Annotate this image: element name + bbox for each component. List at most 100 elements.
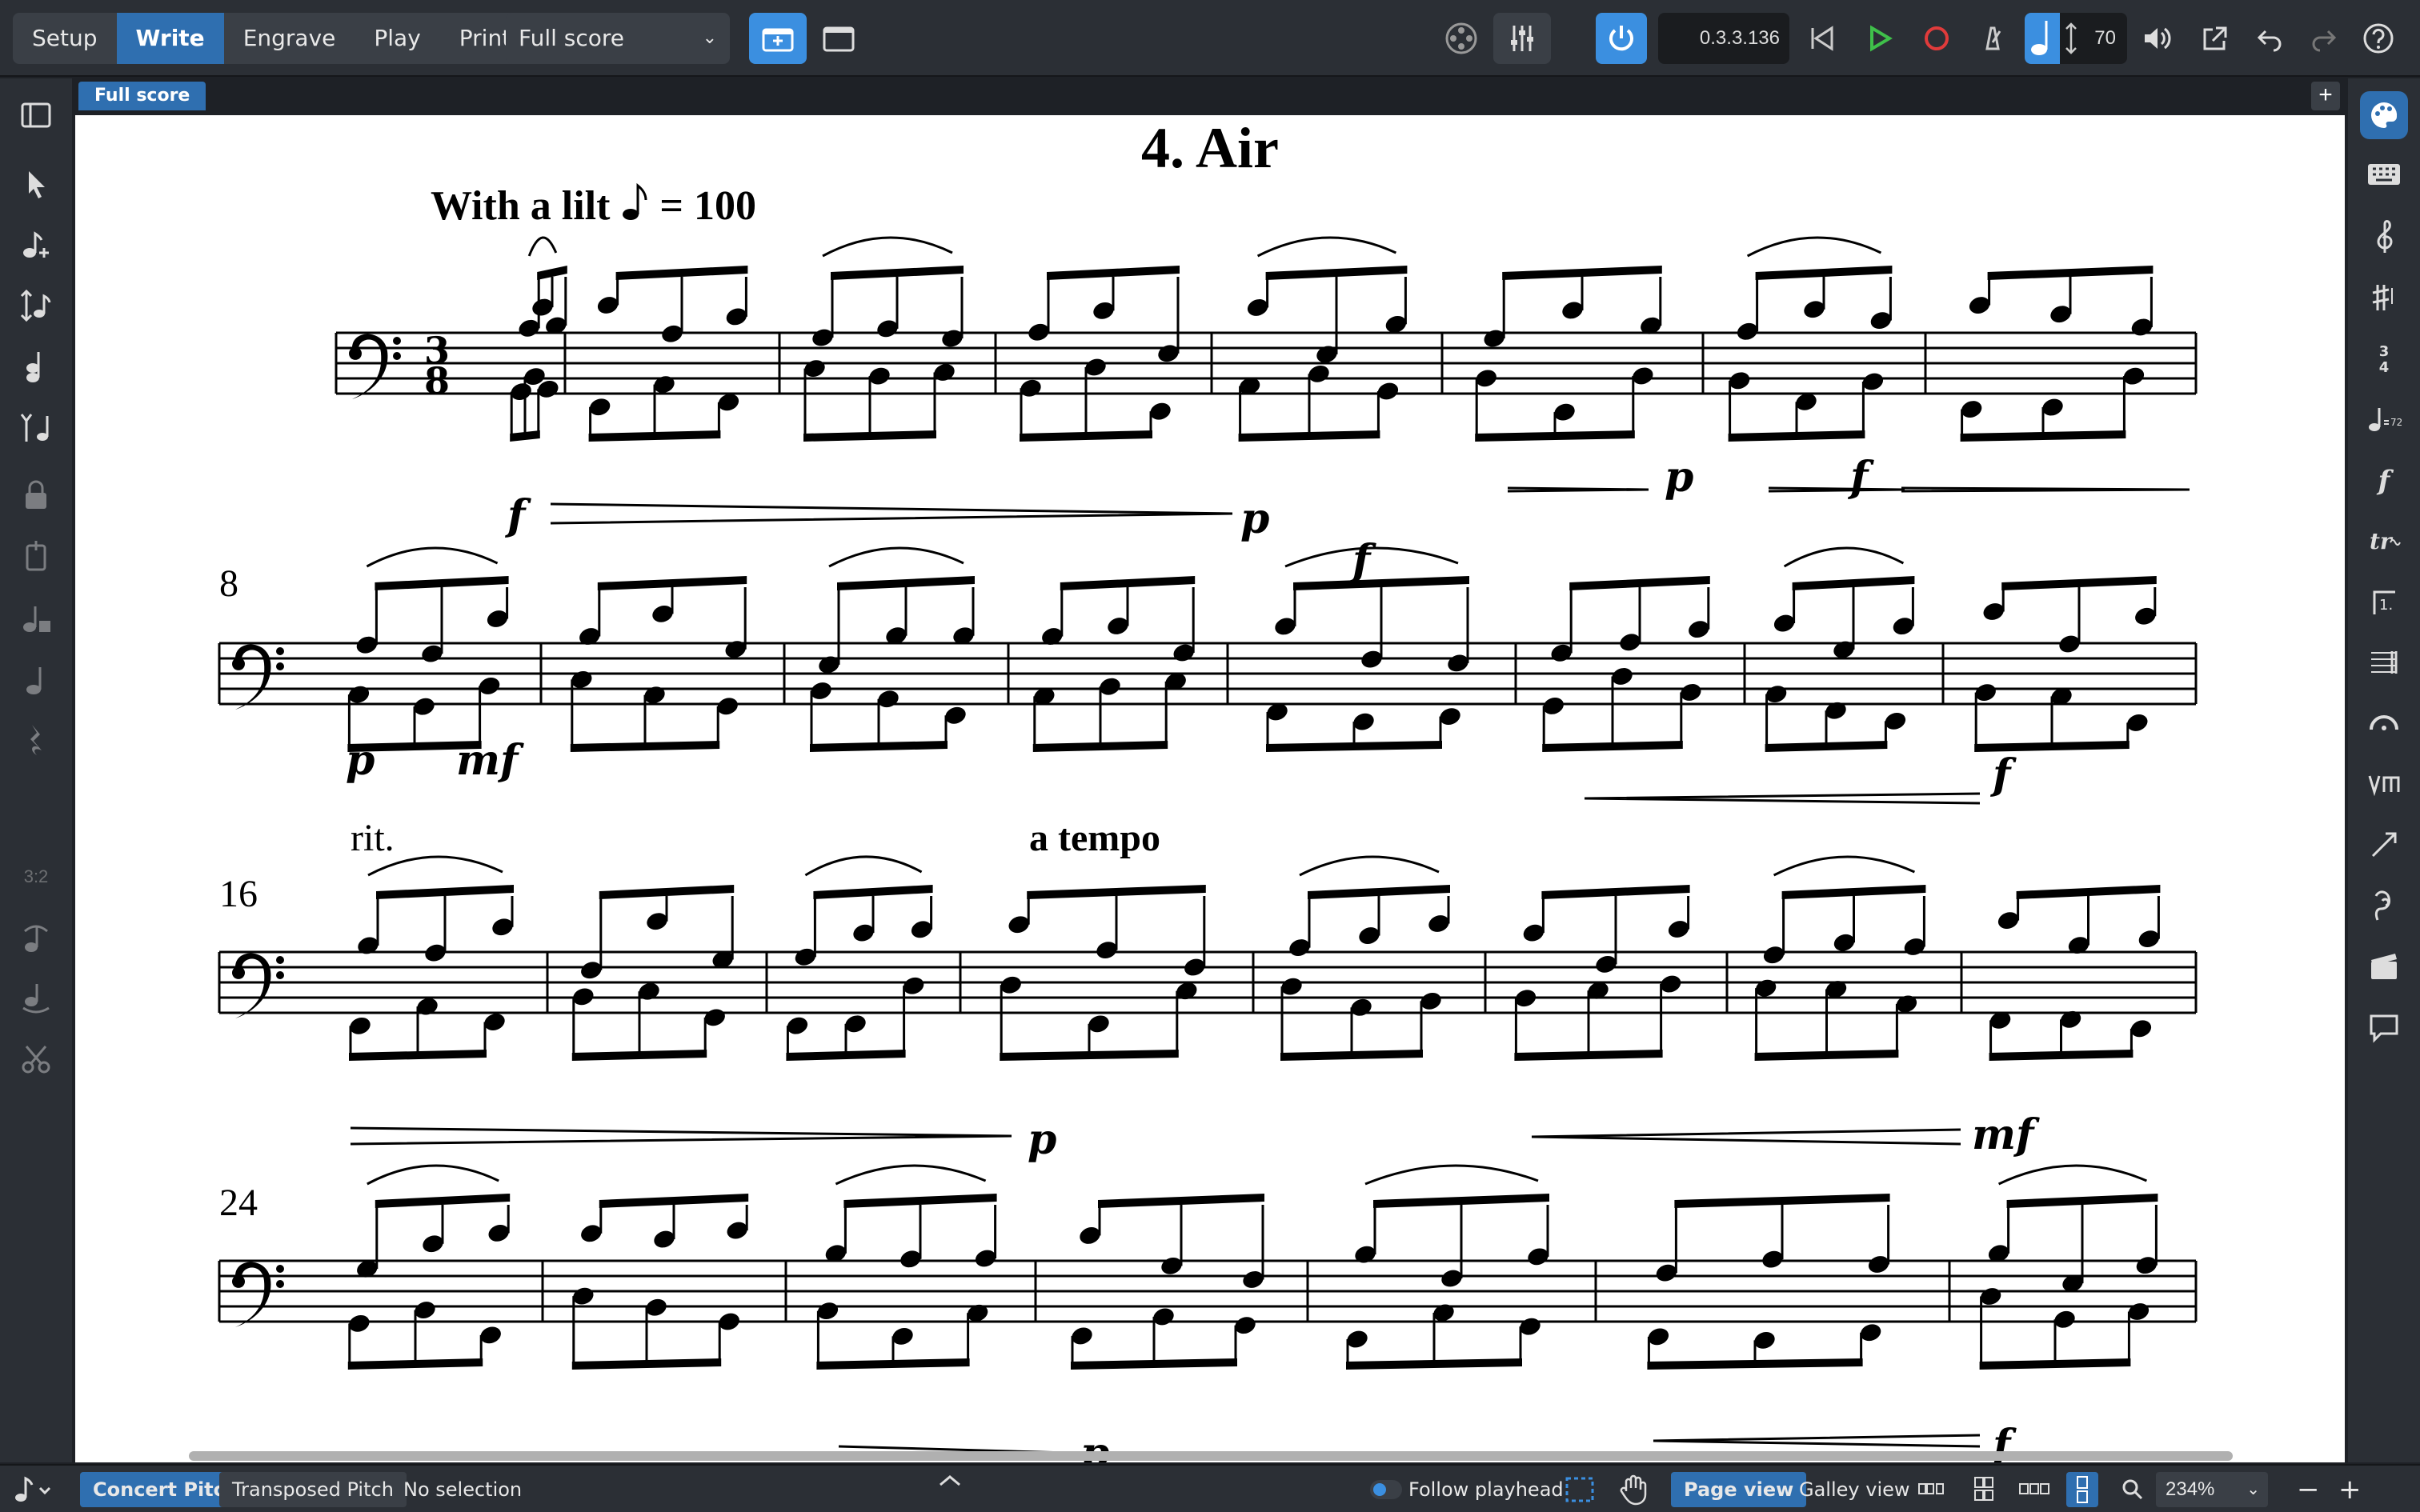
grace-notes-tool[interactable]	[0, 403, 72, 451]
svg-text:f: f	[2377, 465, 2394, 497]
zoom-select[interactable]: 234% ⌄	[2156, 1472, 2268, 1507]
single-pages-horizontal-button[interactable]	[2012, 1472, 2057, 1507]
key-signatures-panel-button[interactable]	[2360, 274, 2408, 322]
stem-direction-tool[interactable]	[0, 656, 72, 704]
ornaments-panel-button[interactable]: tr	[2360, 517, 2408, 565]
toggle-lower-zone-button[interactable]	[925, 1472, 975, 1507]
beam	[1989, 1050, 2134, 1061]
holds-panel-button[interactable]	[2360, 699, 2408, 747]
redo-button[interactable]	[2298, 13, 2350, 64]
spreads-icon	[1918, 1483, 1944, 1494]
stem-note-icon	[26, 667, 42, 694]
dynamics-panel-button[interactable]: f	[2360, 456, 2408, 504]
score-page[interactable]: 4. Air With a lilt = 100 8 16 24 rit. a …	[75, 115, 2345, 1462]
lock-icon	[26, 480, 46, 509]
beam	[588, 430, 721, 442]
export-button[interactable]	[2190, 13, 2241, 64]
single-pages-vertical-button[interactable]	[2066, 1472, 2098, 1507]
insert-mode-tool[interactable]	[0, 282, 72, 330]
fixed-tempo-toggle[interactable]	[2025, 13, 2060, 64]
slur	[822, 236, 953, 258]
metronome-icon	[1985, 26, 2001, 50]
new-layout-tab-button[interactable]	[749, 13, 807, 64]
beam	[571, 1050, 707, 1061]
horizontal-scrollbar[interactable]	[189, 1451, 2233, 1461]
zoom-in-button[interactable]: +	[2329, 1472, 2371, 1507]
toggle-left-panel-button[interactable]	[0, 91, 72, 139]
speaker-icon	[2145, 27, 2171, 50]
panel-toggle-icon	[21, 102, 51, 128]
select-tool[interactable]	[0, 160, 72, 208]
video-button[interactable]	[1432, 13, 1490, 64]
mixer-button[interactable]	[1493, 13, 1551, 64]
repeats-panel-button[interactable]: 1.	[2360, 578, 2408, 626]
hand-tool-button[interactable]	[1610, 1472, 1658, 1507]
transposed-pitch-button[interactable]: Transposed Pitch	[219, 1472, 407, 1507]
tie-icon	[22, 984, 50, 1014]
voice-selector-button[interactable]	[5, 1472, 62, 1507]
help-button[interactable]	[2353, 13, 2404, 64]
time-signatures-panel-button[interactable]: 34	[2360, 334, 2408, 382]
layout-select-value: Full score	[519, 25, 625, 51]
fixed-tempo-control[interactable]: 70	[2025, 13, 2127, 64]
harp-pedals-panel-button[interactable]	[2360, 882, 2408, 930]
note-input-tool[interactable]	[0, 221, 72, 269]
slash-voice-tool[interactable]	[0, 595, 72, 643]
keyboard-panel-button[interactable]	[2360, 150, 2408, 198]
tuplet-tool[interactable]: 3:2	[0, 853, 72, 901]
tempo-panel-button[interactable]: 72	[2360, 395, 2408, 443]
chords-icon	[26, 352, 40, 382]
bars-panel-button[interactable]	[2360, 638, 2408, 686]
film-reel-icon	[1445, 22, 1477, 54]
spreads-horizontal-button[interactable]	[1911, 1472, 1956, 1507]
key-signature-icon	[2372, 285, 2393, 310]
play-button[interactable]	[1853, 13, 1905, 64]
force-duration-icon	[26, 541, 46, 571]
zoom-button[interactable]	[2114, 1472, 2151, 1507]
scissors-tool[interactable]	[0, 1035, 72, 1083]
marquee-tool-button[interactable]	[1556, 1472, 1604, 1507]
tie-tool[interactable]	[0, 974, 72, 1022]
activate-audio-button[interactable]	[1596, 13, 1647, 64]
mode-engrave[interactable]: Engrave	[224, 13, 355, 64]
rest-tool[interactable]	[0, 715, 72, 763]
mode-setup[interactable]: Setup	[13, 13, 117, 64]
rewind-button[interactable]	[1796, 13, 1847, 64]
bass-clef-dot	[276, 1280, 284, 1288]
slur	[1284, 546, 1459, 568]
galley-view-button[interactable]: Galley view	[1786, 1472, 1923, 1507]
pages-column-icon	[2077, 1476, 2088, 1503]
click-button[interactable]	[1967, 13, 2018, 64]
force-duration-tool[interactable]	[0, 533, 72, 581]
mode-play[interactable]: Play	[355, 13, 439, 64]
beam	[1346, 1358, 1522, 1370]
magnifier-icon	[2122, 1479, 2143, 1500]
ornaments-icon: tr	[2370, 528, 2401, 554]
mode-write[interactable]: Write	[116, 13, 224, 64]
zoom-out-button[interactable]: −	[2287, 1472, 2330, 1507]
crescendo-hairpin	[1653, 1434, 1981, 1448]
fermata-icon	[2370, 715, 2398, 730]
volume-button[interactable]	[2132, 13, 2183, 64]
clefs-panel-button[interactable]	[2360, 213, 2408, 261]
lock-duration-tool[interactable]	[0, 472, 72, 520]
spreads-vertical-button[interactable]	[1965, 1472, 2002, 1507]
timecode-display[interactable]: 0.3.3.136	[1658, 13, 1789, 64]
lines-panel-button[interactable]	[2360, 821, 2408, 869]
comments-panel-button[interactable]	[2360, 1003, 2408, 1051]
new-window-button[interactable]	[810, 13, 867, 64]
cues-panel-button[interactable]	[2360, 942, 2408, 990]
record-button[interactable]	[1911, 13, 1962, 64]
palette-button[interactable]	[2360, 91, 2408, 139]
add-tab-button[interactable]: +	[2311, 82, 2340, 110]
layout-select[interactable]: Full score ⌄	[506, 13, 730, 64]
slur-tool[interactable]	[0, 914, 72, 962]
tuplet-label: 3:2	[23, 866, 49, 886]
crescendo-hairpin	[1531, 1128, 1961, 1146]
music-notation[interactable]: 38	[75, 115, 2345, 1462]
chords-tool[interactable]	[0, 342, 72, 390]
tempo-icon: 72	[2369, 408, 2402, 431]
playing-techniques-panel-button[interactable]	[2360, 760, 2408, 808]
undo-button[interactable]	[2244, 13, 2295, 64]
tab-full-score[interactable]: Full score	[78, 82, 206, 110]
